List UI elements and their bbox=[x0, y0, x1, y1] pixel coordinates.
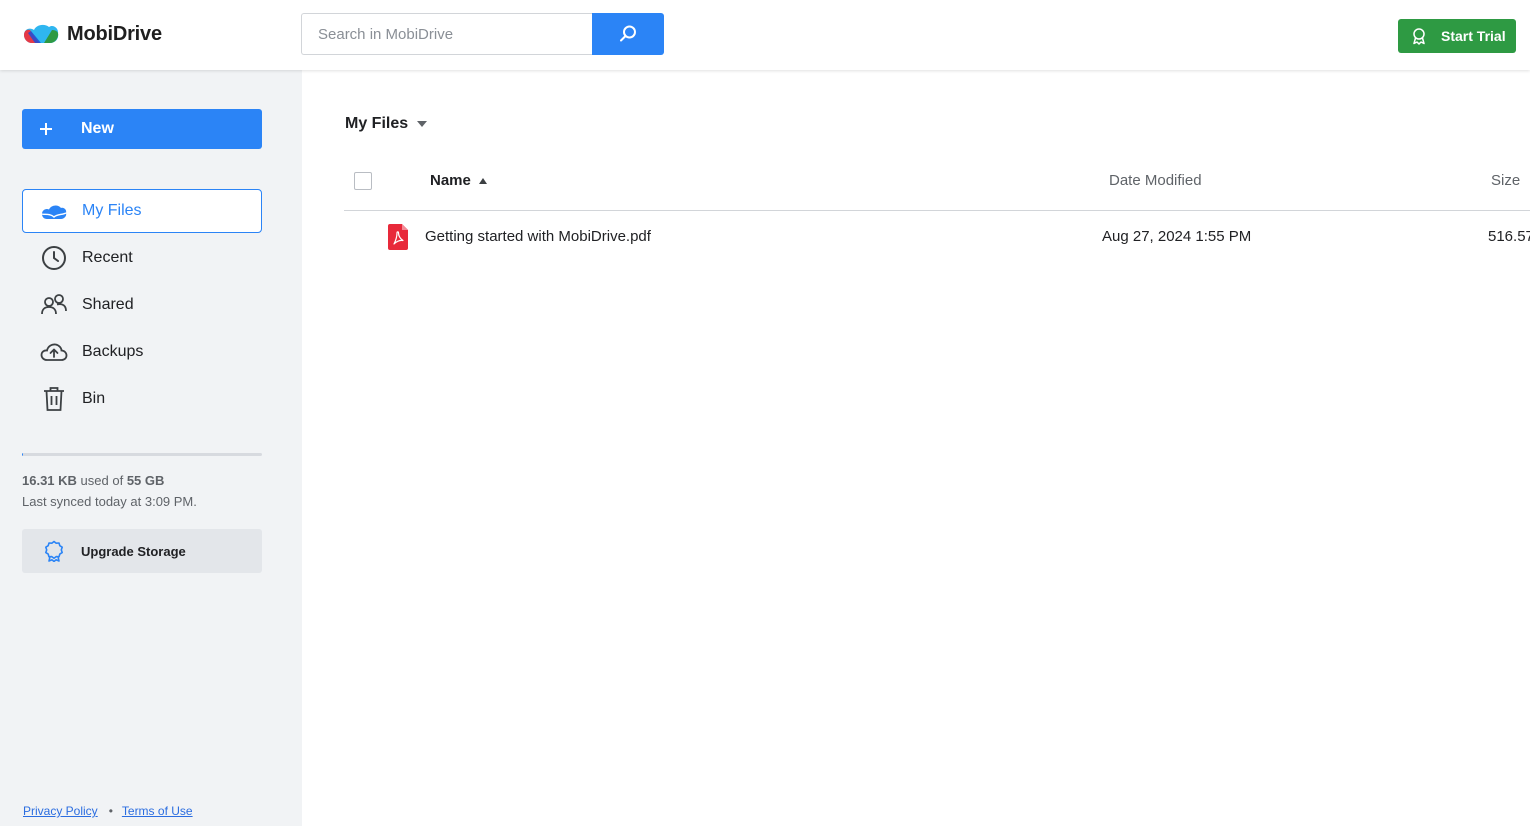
storage-total: 55 GB bbox=[126, 473, 165, 488]
search-button[interactable] bbox=[592, 13, 664, 55]
column-header-name-label: Name bbox=[430, 172, 471, 189]
cloud-upload-icon bbox=[40, 338, 68, 366]
privacy-policy-link[interactable]: Privacy Policy bbox=[23, 804, 98, 818]
storage-usage-bar bbox=[22, 453, 262, 456]
storage-usage-text: 16.31 KB used of 55 GB bbox=[22, 470, 197, 491]
app-logo[interactable]: MobiDrive bbox=[22, 21, 162, 47]
main-content: My Files Name Date Modified Size Getting… bbox=[302, 70, 1530, 826]
sidebar-item-my-files[interactable]: My Files bbox=[22, 189, 262, 233]
mobidrive-logo-icon bbox=[24, 24, 59, 43]
file-size: 516.57 bbox=[1488, 228, 1530, 245]
column-header-name[interactable]: Name bbox=[430, 172, 487, 189]
upgrade-storage-button[interactable]: Upgrade Storage bbox=[22, 529, 262, 573]
file-table-header: Name Date Modified Size bbox=[344, 160, 1530, 211]
sidebar-item-backups[interactable]: Backups bbox=[22, 330, 262, 374]
start-trial-button[interactable]: Start Trial bbox=[1398, 19, 1516, 53]
caret-down-icon bbox=[417, 121, 428, 127]
sidebar-item-bin[interactable]: Bin bbox=[22, 377, 262, 421]
footer-links: Privacy Policy • Terms of Use bbox=[23, 804, 193, 818]
table-row[interactable]: Getting started with MobiDrive.pdf Aug 2… bbox=[344, 212, 1530, 262]
new-button-label: New bbox=[81, 120, 114, 137]
sort-ascending-icon bbox=[478, 177, 487, 184]
pdf-file-icon bbox=[388, 224, 408, 250]
award-badge-icon bbox=[1413, 28, 1425, 45]
column-header-size[interactable]: Size bbox=[1491, 172, 1520, 189]
file-name: Getting started with MobiDrive.pdf bbox=[425, 228, 651, 245]
storage-used: 16.31 KB bbox=[22, 473, 77, 488]
search-bar bbox=[301, 13, 664, 55]
clock-icon bbox=[40, 244, 68, 272]
file-date-modified: Aug 27, 2024 1:55 PM bbox=[1102, 228, 1252, 245]
award-badge-icon bbox=[45, 540, 63, 562]
new-button[interactable]: New bbox=[22, 109, 262, 149]
plus-icon bbox=[40, 123, 52, 135]
breadcrumb-label: My Files bbox=[345, 115, 409, 132]
sidebar-item-shared[interactable]: Shared bbox=[22, 283, 262, 327]
terms-of-use-link[interactable]: Terms of Use bbox=[122, 804, 193, 818]
sidebar-item-label: Backups bbox=[82, 343, 144, 360]
storage-used-of: used of bbox=[80, 473, 124, 488]
search-icon bbox=[620, 25, 636, 42]
select-all-checkbox[interactable] bbox=[354, 172, 372, 190]
upgrade-storage-label: Upgrade Storage bbox=[81, 543, 186, 559]
sidebar-item-label: Bin bbox=[82, 390, 106, 407]
cloud-icon bbox=[40, 197, 68, 225]
top-header: MobiDrive Start Trial bbox=[0, 0, 1530, 70]
start-trial-label: Start Trial bbox=[1441, 28, 1506, 44]
last-synced-text: Last synced today at 3:09 PM. bbox=[22, 494, 197, 509]
trash-icon bbox=[40, 385, 68, 413]
search-input[interactable] bbox=[301, 13, 592, 55]
sidebar-item-label: Shared bbox=[82, 296, 134, 313]
separator-dot: • bbox=[108, 804, 113, 818]
sidebar-item-label: My Files bbox=[82, 202, 142, 219]
storage-usage-fill bbox=[22, 453, 24, 456]
column-header-date-modified[interactable]: Date Modified bbox=[1109, 172, 1202, 189]
storage-info: 16.31 KB used of 55 GB Last synced today… bbox=[22, 470, 197, 512]
breadcrumb[interactable]: My Files bbox=[345, 115, 428, 133]
sidebar-item-label: Recent bbox=[82, 249, 133, 266]
sidebar: New My Files Recent Shared Backups Bin 1… bbox=[0, 70, 302, 826]
sidebar-item-recent[interactable]: Recent bbox=[22, 236, 262, 280]
app-name: MobiDrive bbox=[67, 22, 162, 45]
sidebar-nav: My Files Recent Shared Backups Bin bbox=[22, 189, 262, 424]
people-icon bbox=[40, 291, 68, 319]
